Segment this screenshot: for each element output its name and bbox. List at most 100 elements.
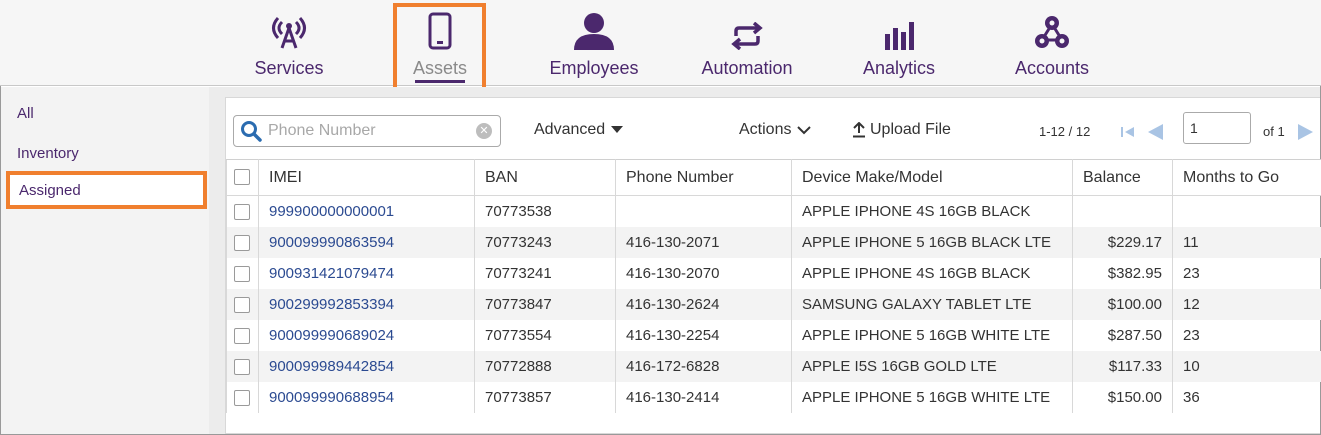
sidebar-item-all[interactable]: All xyxy=(1,99,209,129)
row-checkbox[interactable] xyxy=(234,389,250,406)
repeat-arrows-icon xyxy=(686,12,808,50)
sidebar: All Inventory Assigned xyxy=(1,87,209,434)
row-checkbox[interactable] xyxy=(234,265,250,282)
table-row: 999900000000001 70773538 APPLE IPHONE 4S… xyxy=(226,195,1321,227)
advanced-button[interactable]: Advanced xyxy=(534,121,624,139)
balance-cell xyxy=(1072,195,1173,227)
nav-employees[interactable]: Employees xyxy=(534,0,654,86)
sidebar-item-inventory[interactable]: Inventory xyxy=(1,139,209,169)
phone-cell: 416-130-2414 xyxy=(615,381,792,413)
balance-cell: $150.00 xyxy=(1072,381,1173,413)
months-cell: 12 xyxy=(1172,288,1321,320)
ban-cell: 70773847 xyxy=(474,288,616,320)
upload-label: Upload File xyxy=(870,121,951,138)
row-select-cell xyxy=(226,195,259,227)
ban-cell: 70773538 xyxy=(474,195,616,227)
device-cell: APPLE IPHONE 4S 16GB BLACK xyxy=(791,257,1073,289)
phone-cell xyxy=(615,195,792,227)
person-icon xyxy=(534,12,654,50)
nav-analytics[interactable]: Analytics xyxy=(845,0,953,86)
page-number-input[interactable] xyxy=(1183,112,1251,144)
ban-cell: 70773857 xyxy=(474,381,616,413)
imei-link[interactable]: 900099989442854 xyxy=(258,350,475,382)
actions-label: Actions xyxy=(739,121,792,138)
nav-label: Automation xyxy=(701,58,793,78)
table-row: 900099990688954 70773857 416-130-2414 AP… xyxy=(226,381,1321,413)
ban-cell: 70773243 xyxy=(474,226,616,258)
nav-accounts[interactable]: Accounts xyxy=(996,0,1108,86)
row-select-cell xyxy=(226,381,259,413)
select-all-checkbox[interactable] xyxy=(234,169,250,186)
prev-page-icon[interactable] xyxy=(1145,122,1165,142)
search-icon xyxy=(241,121,262,142)
phone-cell: 416-130-2070 xyxy=(615,257,792,289)
table-row: 900931421079474 70773241 416-130-2070 AP… xyxy=(226,257,1321,289)
nav-label: Analytics xyxy=(862,58,936,78)
row-checkbox[interactable] xyxy=(234,327,250,344)
select-all-cell xyxy=(226,159,259,196)
column-header-balance[interactable]: Balance xyxy=(1072,159,1173,196)
row-select-cell xyxy=(226,257,259,289)
top-nav: Services Assets Employees Automation Ana… xyxy=(0,0,1321,91)
device-cell: APPLE IPHONE 5 16GB WHITE LTE xyxy=(791,381,1073,413)
first-page-icon[interactable] xyxy=(1120,124,1136,140)
balance-cell: $117.33 xyxy=(1072,350,1173,382)
clear-search-icon[interactable]: ✕ xyxy=(476,123,492,139)
months-cell xyxy=(1172,195,1321,227)
nav-label: Services xyxy=(254,58,324,78)
sidebar-item-assigned[interactable]: Assigned xyxy=(6,171,207,209)
ban-cell: 70772888 xyxy=(474,350,616,382)
phone-cell: 416-130-2254 xyxy=(615,319,792,351)
imei-link[interactable]: 999900000000001 xyxy=(258,195,475,227)
ban-cell: 70773241 xyxy=(474,257,616,289)
page-of-label: of 1 xyxy=(1263,124,1285,139)
chevron-down-icon xyxy=(797,125,812,134)
imei-link[interactable]: 900099990689024 xyxy=(258,319,475,351)
column-header-ban[interactable]: BAN xyxy=(474,159,616,196)
row-checkbox[interactable] xyxy=(234,234,250,251)
table-row: 900099990863594 70773243 416-130-2071 AP… xyxy=(226,226,1321,258)
column-header-phone-number[interactable]: Phone Number xyxy=(615,159,792,196)
column-header-device[interactable]: Device Make/Model xyxy=(791,159,1073,196)
bar-chart-icon xyxy=(845,12,953,50)
table-row: 900099990689024 70773554 416-130-2254 AP… xyxy=(226,319,1321,351)
search-input[interactable] xyxy=(268,119,468,143)
nav-services[interactable]: Services xyxy=(238,0,340,86)
device-cell: APPLE I5S 16GB GOLD LTE xyxy=(791,350,1073,382)
device-cell: APPLE IPHONE 5 16GB BLACK LTE xyxy=(791,226,1073,258)
row-select-cell xyxy=(226,288,259,320)
balance-cell: $382.95 xyxy=(1072,257,1173,289)
upload-icon xyxy=(853,122,865,138)
imei-link[interactable]: 900099990863594 xyxy=(258,226,475,258)
upload-file-button[interactable]: Upload File xyxy=(852,121,951,139)
months-cell: 23 xyxy=(1172,257,1321,289)
search-box: ✕ xyxy=(233,115,501,147)
row-checkbox[interactable] xyxy=(234,203,250,220)
row-checkbox[interactable] xyxy=(234,358,250,375)
device-cell: SAMSUNG GALAXY TABLET LTE xyxy=(791,288,1073,320)
ban-cell: 70773554 xyxy=(474,319,616,351)
balance-cell: $100.00 xyxy=(1072,288,1173,320)
row-select-cell xyxy=(226,226,259,258)
device-cell: APPLE IPHONE 4S 16GB BLACK xyxy=(791,195,1073,227)
row-select-cell xyxy=(226,350,259,382)
actions-button[interactable]: Actions xyxy=(739,121,812,139)
months-cell: 10 xyxy=(1172,350,1321,382)
nav-automation[interactable]: Automation xyxy=(686,0,808,86)
column-header-imei[interactable]: IMEI xyxy=(258,159,475,196)
table-row: 900099989442854 70772888 416-172-6828 AP… xyxy=(226,350,1321,382)
network-icon xyxy=(996,12,1108,50)
imei-link[interactable]: 900931421079474 xyxy=(258,257,475,289)
months-cell: 36 xyxy=(1172,381,1321,413)
row-checkbox[interactable] xyxy=(234,296,250,313)
months-cell: 23 xyxy=(1172,319,1321,351)
next-page-icon[interactable] xyxy=(1296,122,1316,142)
column-header-months-to-go[interactable]: Months to Go xyxy=(1172,159,1321,196)
balance-cell: $287.50 xyxy=(1072,319,1173,351)
row-select-cell xyxy=(226,319,259,351)
imei-link[interactable]: 900299992853394 xyxy=(258,288,475,320)
device-cell: APPLE IPHONE 5 16GB WHITE LTE xyxy=(791,319,1073,351)
assets-table: IMEI BAN Phone Number Device Make/Model … xyxy=(226,159,1321,413)
imei-link[interactable]: 900099990688954 xyxy=(258,381,475,413)
nav-label: Employees xyxy=(549,58,639,78)
